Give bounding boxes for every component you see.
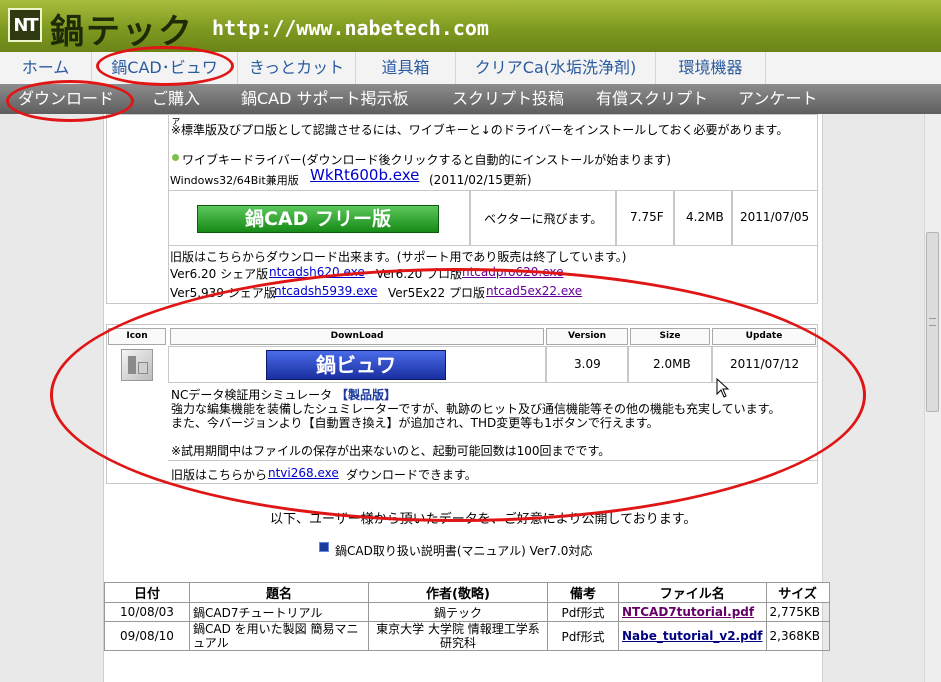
th-title: 題名 — [189, 582, 369, 603]
square-bullet-icon — [319, 542, 329, 552]
cell-author: 東京大学 大学院 情報理工学系研究科 — [368, 621, 548, 651]
cell-title: 鍋CAD を用いた製図 簡易マニュアル — [189, 621, 369, 651]
highlight-ellipse-viewer — [50, 268, 866, 522]
logo-mark[interactable]: NT — [8, 8, 42, 42]
table-header-row: 日付 題名 作者(敬略) 備考 ファイル名 サイズ — [104, 582, 830, 603]
user-data-table: 日付 題名 作者(敬略) 備考 ファイル名 サイズ 10/08/03 鍋CAD7… — [104, 582, 830, 651]
bullet-icon — [172, 154, 179, 161]
cad-version: 7.75F — [630, 210, 664, 224]
site-url: http://www.nabetech.com — [212, 16, 489, 40]
file-link[interactable]: Nabe_tutorial_v2.pdf — [622, 629, 763, 643]
driver-os: Windows32/64Bit兼用版 — [170, 174, 299, 187]
th-author: 作者(敬略) — [368, 582, 548, 603]
cell-date: 10/08/03 — [104, 602, 190, 622]
site-header: NT 鍋テック http://www.nabetech.com — [0, 0, 941, 52]
cad-old-note: 旧版はこちらからダウンロード出来ます。(サポート用であり販売は終了しています。) — [170, 250, 627, 264]
highlight-ellipse-nav — [96, 46, 234, 86]
cad-icon-column — [106, 114, 169, 304]
th-note: 備考 — [547, 582, 619, 603]
cell-title: 鍋CAD7チュートリアル — [189, 602, 369, 622]
subnav-paid-scripts[interactable]: 有償スクリプト — [596, 84, 708, 114]
cell-note: Pdf形式 — [547, 621, 619, 651]
subnav-script-post[interactable]: スクリプト投稿 — [452, 84, 564, 114]
nabecad-free-download-button[interactable]: 鍋CAD フリー版 — [197, 205, 439, 233]
file-link[interactable]: NTCAD7tutorial.pdf — [622, 605, 754, 619]
cad-update: 2011/07/05 — [740, 210, 810, 224]
th-filename: ファイル名 — [618, 582, 767, 603]
nav-kittocut[interactable]: きっとカット — [238, 52, 356, 84]
th-size: サイズ — [765, 582, 830, 603]
subnav-support-board[interactable]: 鍋CAD サポート掲示板 — [241, 84, 409, 114]
old1-label: Ver6.20 シェア版 — [170, 267, 269, 281]
cell-file: NTCAD7tutorial.pdf — [618, 602, 767, 622]
driver-date: (2011/02/15更新) — [429, 173, 532, 187]
driver-download-link[interactable]: WkRt600b.exe — [310, 166, 419, 184]
cell-file: Nabe_tutorial_v2.pdf — [618, 621, 767, 651]
cell-size: 2,368KB — [765, 621, 830, 651]
nav-toolbox[interactable]: 道具箱 — [356, 52, 456, 84]
subnav-survey[interactable]: アンケート — [738, 84, 817, 114]
nav-clear-ca[interactable]: クリアCa(水垢洗浄剤) — [456, 52, 656, 84]
sub-nav: ダウンロード ご購入 鍋CAD サポート掲示板 スクリプト投稿 有償スクリプト … — [0, 84, 941, 114]
scrollbar-grip-icon — [929, 318, 936, 326]
highlight-ellipse-download — [6, 80, 134, 122]
cell-note: Pdf形式 — [547, 602, 619, 622]
th-date: 日付 — [104, 582, 190, 603]
table-row: 09/08/10 鍋CAD を用いた製図 簡易マニュアル 東京大学 大学院 情報… — [104, 621, 830, 651]
nav-environment[interactable]: 環境機器 — [656, 52, 766, 84]
manual-link[interactable]: 鍋CAD取り扱い説明書(マニュアル) Ver7.0対応 — [335, 542, 592, 559]
subnav-purchase[interactable]: ご購入 — [152, 84, 200, 114]
vector-link-text[interactable]: ベクターに飛びます。 — [484, 210, 602, 227]
cell-size: 2,775KB — [765, 602, 830, 622]
cad-note: ※標準版及びプロ版として認識させるには、ワイブキーと↓のドライバーをインストール… — [171, 123, 789, 137]
cell-date: 09/08/10 — [104, 621, 190, 651]
cell-author: 鍋テック — [368, 602, 548, 622]
cad-size: 4.2MB — [686, 210, 724, 224]
driver-title: ワイブキードライバー(ダウンロード後クリックすると自動的にインストールが始まりま… — [182, 153, 671, 167]
table-row: 10/08/03 鍋CAD7チュートリアル 鍋テック Pdf形式 NTCAD7t… — [104, 602, 830, 622]
